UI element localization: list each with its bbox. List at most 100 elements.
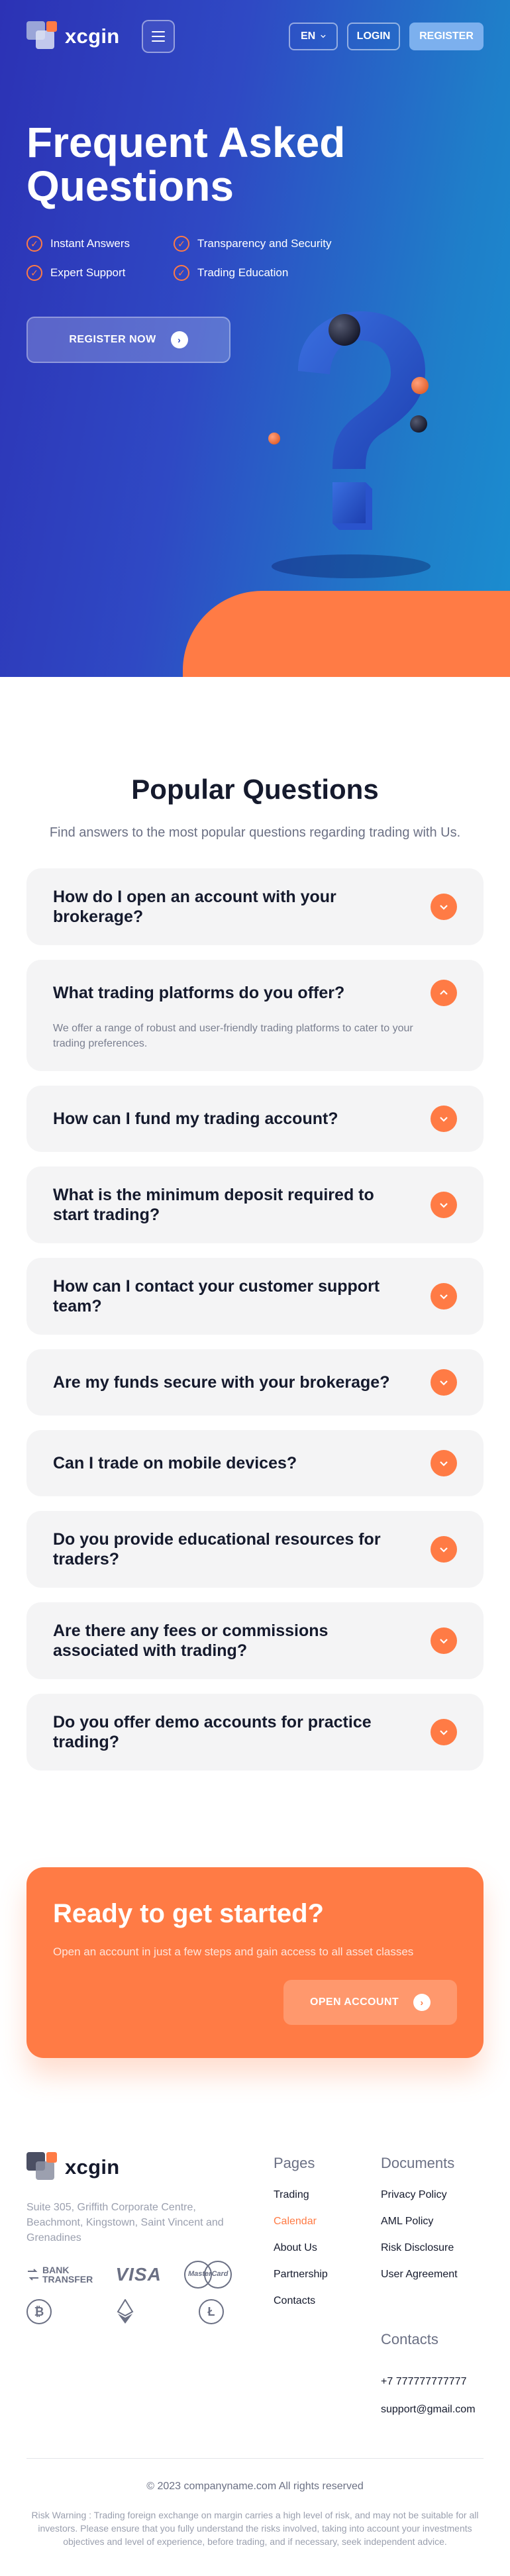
register-now-button[interactable]: REGISTER NOW › [26, 317, 230, 363]
contacts-title: Contacts [381, 2331, 438, 2347]
chevron-down-icon[interactable] [431, 1719, 457, 1745]
faq-question: What is the minimum deposit required to … [53, 1186, 374, 1224]
footer-link-contacts[interactable]: Contacts [274, 2295, 328, 2307]
documents-title: Documents [381, 2155, 455, 2171]
page-title: Frequent Asked Questions [26, 119, 346, 210]
faq-question: Are my funds secure with your brokerage? [53, 1373, 390, 1392]
login-button[interactable]: LOGIN [347, 23, 400, 50]
footer-link-risk-disclosure[interactable]: Risk Disclosure [381, 2242, 458, 2254]
chevron-down-icon [321, 34, 326, 38]
open-account-button[interactable]: OPEN ACCOUNT › [283, 1980, 457, 2025]
payment-methods: BANK TRANSFER VISA MasterCard ₿ Ł [26, 2261, 232, 2324]
faq-section: Popular Questions Find answers to the mo… [0, 677, 510, 1771]
check-circle-icon: ✓ [174, 265, 189, 281]
chevron-down-icon[interactable] [431, 1106, 457, 1132]
chevron-down-icon[interactable] [431, 1192, 457, 1218]
hamburger-icon-line [152, 36, 166, 37]
faq-item[interactable]: Are my funds secure with your brokerage? [26, 1349, 484, 1416]
chevron-down-icon[interactable] [431, 1369, 457, 1396]
arrow-right-circle-icon: › [170, 331, 188, 348]
faq-question: How can I fund my trading account? [53, 1109, 338, 1128]
check-circle-icon: ✓ [26, 265, 42, 281]
nav-actions: EN LOGIN REGISTER [289, 23, 484, 50]
faq-question: What trading platforms do you offer? [53, 984, 345, 1002]
language-selector[interactable]: EN [289, 23, 338, 50]
faq-question: Can I trade on mobile devices? [53, 1454, 297, 1472]
risk-warning: Risk Warning : Trading foreign exchange … [31, 2510, 479, 2547]
chevron-up-icon[interactable] [431, 980, 457, 1006]
litecoin-icon: Ł [199, 2299, 224, 2324]
footer-pages-column: Pages Trading Calendar About Us Partners… [274, 2155, 328, 2307]
copyright-text: © 2023 companyname.com All rights reserv… [146, 2481, 364, 2492]
chevron-down-icon[interactable] [431, 894, 457, 920]
footer-link-aml-policy[interactable]: AML Policy [381, 2216, 458, 2228]
footer-link-privacy-policy[interactable]: Privacy Policy [381, 2189, 458, 2201]
company-address: Suite 305, Griffith Corporate Centre, Be… [26, 2202, 224, 2243]
faq-item[interactable]: Do you provide educational resources for… [26, 1511, 484, 1588]
feature-item: ✓ Expert Support [26, 265, 174, 281]
mastercard-label: MasterCard [188, 2270, 229, 2278]
faq-item-expanded[interactable]: What trading platforms do you offer? We … [26, 960, 484, 1071]
logo-mark-icon [26, 2152, 57, 2183]
faq-item[interactable]: How do I open an account with your broke… [26, 868, 484, 945]
faq-item[interactable]: Are there any fees or commissions associ… [26, 1602, 484, 1679]
footer-link-partnership[interactable]: Partnership [274, 2269, 328, 2281]
brand-logo[interactable]: xcgin [26, 21, 119, 52]
language-label: EN [301, 30, 316, 42]
footer-brand-logo[interactable]: xcgin [26, 2152, 119, 2183]
bank-transfer-logo: BANK TRANSFER [26, 2265, 93, 2284]
get-started-banner: Ready to get started? Open an account in… [26, 1867, 484, 2058]
question-mark-illustration [268, 311, 431, 578]
footer-link-calendar[interactable]: Calendar [274, 2216, 328, 2228]
footer-divider [26, 2458, 484, 2459]
check-circle-icon: ✓ [174, 236, 189, 252]
faq-question: How can I contact your customer support … [53, 1277, 380, 1315]
footer-link-about-us[interactable]: About Us [274, 2242, 328, 2254]
faq-item[interactable]: Can I trade on mobile devices? [26, 1430, 484, 1496]
hamburger-icon-line [152, 40, 166, 42]
top-navbar: xcgin EN LOGIN REGISTER [26, 20, 484, 53]
footer-link-trading[interactable]: Trading [274, 2189, 328, 2201]
pages-title: Pages [274, 2155, 315, 2171]
feature-label: Instant Answers [50, 237, 130, 250]
faq-item[interactable]: Do you offer demo accounts for practice … [26, 1694, 484, 1771]
register-button[interactable]: REGISTER [409, 23, 484, 50]
faq-question: Are there any fees or commissions associ… [53, 1622, 329, 1660]
feature-item: ✓ Trading Education [174, 265, 372, 281]
register-now-label: REGISTER NOW [69, 334, 156, 345]
transfer-label: TRANSFER [42, 2274, 93, 2285]
faq-item[interactable]: What is the minimum deposit required to … [26, 1166, 484, 1243]
ethereum-icon [113, 2299, 138, 2324]
menu-button[interactable] [142, 20, 176, 53]
brand-name: xcgin [65, 25, 120, 48]
decorative-orange-shape [183, 591, 510, 677]
faq-item[interactable]: How can I contact your customer support … [26, 1258, 484, 1335]
chevron-down-icon[interactable] [431, 1536, 457, 1563]
visa-logo: VISA [115, 2264, 162, 2285]
feature-item: ✓ Transparency and Security [174, 236, 372, 252]
feature-item: ✓ Instant Answers [26, 236, 174, 252]
chevron-down-icon[interactable] [431, 1283, 457, 1310]
bank-transfer-icon [28, 2269, 38, 2281]
faq-question: How do I open an account with your broke… [53, 888, 336, 926]
faq-question: Do you provide educational resources for… [53, 1530, 381, 1569]
open-account-label: OPEN ACCOUNT [310, 1996, 399, 2008]
chevron-down-icon[interactable] [431, 1627, 457, 1654]
hero-section: xcgin EN LOGIN REGISTER Frequent Asked Q… [0, 0, 510, 677]
faq-item[interactable]: How can I fund my trading account? [26, 1086, 484, 1152]
footer-link-user-agreement[interactable]: User Agreement [381, 2269, 458, 2281]
faq-answer: We offer a range of robust and user-frie… [53, 1023, 413, 1049]
faq-subtitle: Find answers to the most popular questio… [49, 825, 461, 840]
hamburger-icon-line [152, 31, 166, 32]
cta-title: Ready to get started? [53, 1899, 324, 1928]
arrow-right-circle-icon: › [413, 1994, 431, 2011]
logo-mark-icon [26, 21, 57, 52]
contact-phone[interactable]: +7 777777777777 [381, 2376, 466, 2388]
contact-email[interactable]: support@gmail.com [381, 2404, 476, 2416]
bitcoin-icon: ₿ [26, 2299, 52, 2324]
mastercard-logo: MasterCard [184, 2261, 232, 2289]
cta-text: Open an account in just a few steps and … [53, 1945, 414, 1958]
footer-documents-column: Documents Privacy Policy AML Policy Risk… [381, 2155, 458, 2281]
footer-brand-name: xcgin [65, 2155, 120, 2179]
chevron-down-icon[interactable] [431, 1450, 457, 1476]
